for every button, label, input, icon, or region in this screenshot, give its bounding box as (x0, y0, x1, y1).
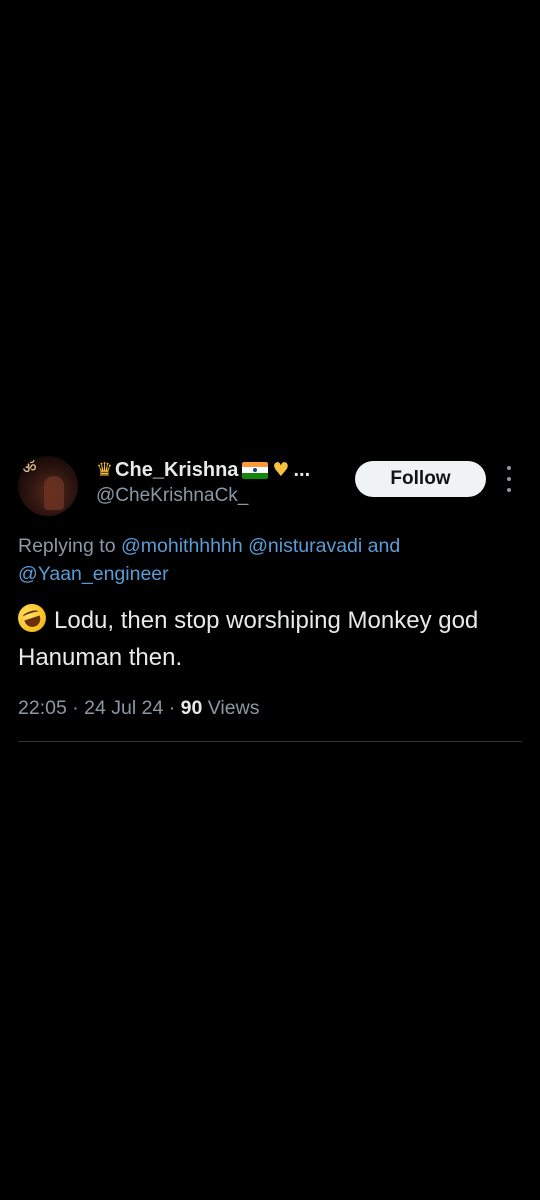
name-truncation: ... (293, 459, 311, 481)
mention-link[interactable]: @mohithhhhh (121, 535, 243, 557)
meta-separator: · (72, 697, 79, 719)
replying-to: Replying to @mohithhhhh @nisturavadi and… (18, 532, 522, 588)
user-names: ♛ Che_Krishna ♥ ... @CheKrishnaCk_ (96, 458, 310, 507)
views-label[interactable]: Views (208, 697, 260, 719)
mention-link[interactable]: @nisturavadi (248, 535, 362, 557)
tweet-header: ॐ ♛ Che_Krishna ♥ ... @CheKrishnaCk_ Fol… (18, 452, 522, 524)
mention-link[interactable]: @Yaan_engineer (18, 563, 169, 585)
views-count[interactable]: 90 (181, 697, 203, 719)
tweet-card: ॐ ♛ Che_Krishna ♥ ... @CheKrishnaCk_ Fol… (14, 452, 522, 742)
avatar[interactable]: ॐ (18, 456, 78, 516)
mention-conjunction: and (367, 535, 401, 557)
tweet-meta: 22:05 · 24 Jul 24 · 90 Views (18, 695, 522, 721)
meta-separator: · (168, 697, 176, 719)
tweet-body: Lodu, then stop worshiping Monkey god Ha… (18, 607, 479, 671)
tweet-text: Lodu, then stop worshiping Monkey god Ha… (14, 600, 522, 676)
tweet-date[interactable]: 24 Jul 24 (84, 697, 163, 719)
display-name: Che_Krishna (115, 459, 239, 481)
avatar-figure (44, 476, 64, 510)
follow-button[interactable]: Follow (355, 461, 486, 497)
display-name-row[interactable]: ♛ Che_Krishna ♥ ... (96, 458, 310, 482)
crown-icon: ♛ (96, 459, 114, 481)
user-handle[interactable]: @CheKrishnaCk_ (96, 485, 310, 507)
tweet-time[interactable]: 22:05 (18, 697, 67, 719)
divider (18, 741, 522, 742)
yellow-heart-icon: ♥ (272, 459, 290, 481)
om-symbol-icon: ॐ (22, 458, 37, 477)
rolling-on-floor-laughing-icon (14, 600, 50, 636)
more-options-icon[interactable] (504, 466, 514, 492)
india-flag-icon (242, 461, 269, 479)
replying-to-label: Replying to (18, 535, 116, 557)
